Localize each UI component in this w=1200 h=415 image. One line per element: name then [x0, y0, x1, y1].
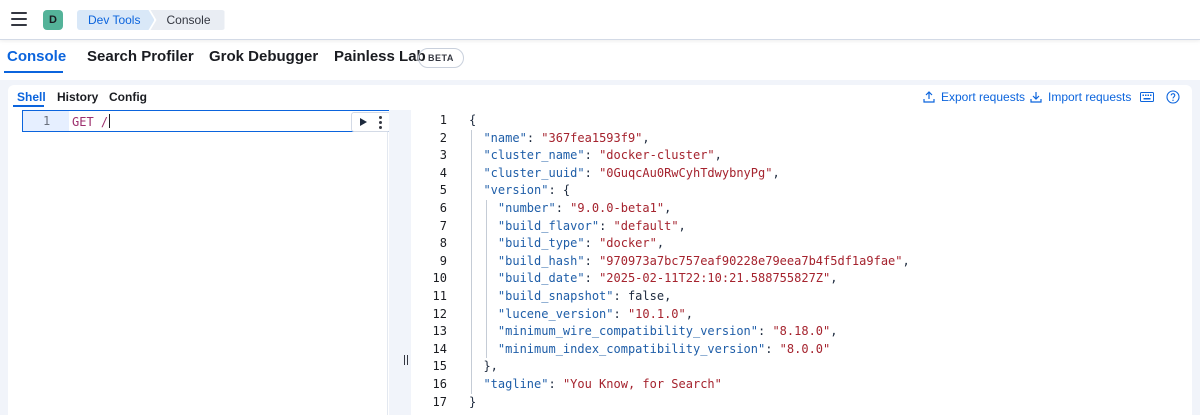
- response-line-number: 8: [439, 236, 447, 251]
- response-code: "tagline": "You Know, for Search": [483, 377, 722, 391]
- export-icon: [923, 91, 935, 103]
- subtab-shell-underline: [13, 105, 44, 107]
- indent-guide: [471, 129, 472, 394]
- response-code: "build_flavor": "default",: [497, 218, 686, 233]
- export-requests-button[interactable]: Export requests: [923, 90, 1025, 104]
- response-code: "minimum_wire_compatibility_version": "8…: [497, 324, 838, 339]
- response-code: "minimum_index_compatibility_version": "…: [497, 341, 831, 356]
- panel-divider: [389, 110, 411, 415]
- request-line-number: 1: [43, 114, 51, 128]
- response-line-number: 14: [432, 341, 447, 356]
- breadcrumb-console: Console: [150, 10, 225, 30]
- tab-console-underline: [4, 71, 63, 73]
- breadcrumb: Dev Tools Console: [77, 10, 225, 30]
- response-line-number: 2: [439, 130, 447, 145]
- request-actions: [351, 112, 391, 132]
- response-code: },: [469, 359, 498, 374]
- response-line-number: 11: [432, 289, 447, 303]
- response-code: "build_date": "2025-02-11T22:10:21.58875…: [497, 271, 838, 286]
- response-code: }: [469, 394, 477, 409]
- play-icon[interactable]: [360, 118, 367, 126]
- response-line-number: 1: [439, 113, 447, 127]
- response-code: "cluster_name": "docker-cluster",: [483, 148, 722, 163]
- response-code: "build_type": "docker",: [497, 236, 665, 251]
- response-line-number: 12: [432, 306, 447, 321]
- tab-search-profiler[interactable]: Search Profiler: [87, 48, 194, 65]
- response-line-number: 3: [439, 148, 447, 163]
- response-line-number: 13: [432, 324, 447, 339]
- indent-guide: [486, 200, 487, 359]
- request-text[interactable]: GET /: [72, 114, 111, 129]
- resize-handle[interactable]: [404, 352, 410, 365]
- response-code: "version": {: [483, 183, 571, 198]
- tab-console[interactable]: Console: [7, 48, 66, 65]
- export-requests-label: Export requests: [941, 90, 1026, 104]
- response-code: {: [469, 113, 477, 127]
- response-line-number: 5: [439, 183, 447, 198]
- response-output: 1 {2 "name": "367fea1593f9", 3 "cluster_na…: [412, 110, 1192, 415]
- response-line-number: 6: [439, 201, 447, 215]
- hamburger-menu-icon[interactable]: [11, 12, 27, 26]
- help-icon[interactable]: [1166, 90, 1180, 104]
- response-line-number: 4: [439, 165, 447, 180]
- subtab-history[interactable]: History: [57, 90, 98, 104]
- response-line-number: 17: [432, 394, 447, 409]
- subtab-config[interactable]: Config: [109, 90, 147, 104]
- subtab-shell[interactable]: Shell: [17, 90, 46, 104]
- request-text-value: GET /: [72, 115, 109, 129]
- response-code: "build_snapshot": false,: [497, 289, 672, 303]
- top-header: D Dev Tools Console: [0, 0, 1200, 40]
- request-editor[interactable]: 1 GET /: [8, 110, 392, 415]
- text-cursor: [109, 114, 111, 128]
- space-avatar[interactable]: D: [43, 10, 63, 30]
- response-line-number: 15: [432, 359, 447, 374]
- tab-grok-debugger[interactable]: Grok Debugger: [209, 48, 318, 65]
- response-code: "cluster_uuid": "0GuqcAu0RwCyhTdwybnyPg"…: [483, 165, 780, 180]
- more-options-icon[interactable]: [379, 116, 383, 130]
- response-line-number: 10: [432, 271, 447, 286]
- response-code: "name": "367fea1593f9",: [483, 130, 650, 145]
- tab-painless-lab[interactable]: Painless Lab: [334, 48, 426, 65]
- import-requests-button[interactable]: Import requests: [1030, 90, 1131, 104]
- breadcrumb-dev-tools[interactable]: Dev Tools: [77, 10, 154, 30]
- response-line-number: 7: [439, 218, 447, 233]
- import-requests-label: Import requests: [1048, 90, 1132, 104]
- response-line-number: 9: [439, 253, 447, 268]
- beta-badge: BETA: [418, 48, 464, 68]
- import-icon: [1030, 92, 1042, 103]
- request-line[interactable]: 1 GET /: [22, 110, 392, 132]
- response-code: "lucene_version": "10.1.0",: [497, 306, 693, 321]
- response-code: "number": "9.0.0-beta1",: [497, 201, 672, 215]
- response-code: "build_hash": "970973a7bc757eaf90228e79e…: [497, 253, 910, 268]
- response-line-number: 16: [432, 377, 447, 391]
- keyboard-shortcuts-icon[interactable]: [1140, 90, 1154, 104]
